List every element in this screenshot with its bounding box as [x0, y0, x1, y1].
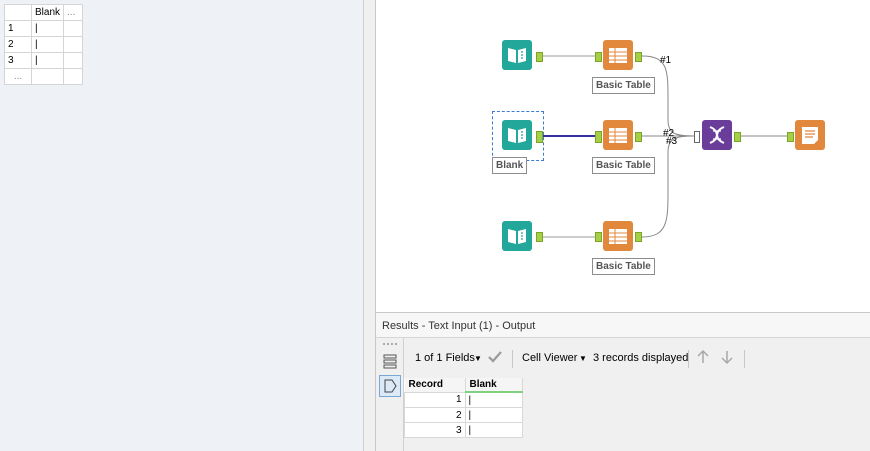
toolbar-divider	[512, 350, 513, 368]
cell-viewer-dropdown[interactable]: Cell Viewer	[522, 352, 577, 364]
report-output-tool[interactable]	[795, 120, 825, 150]
text-input-tool-3[interactable]	[502, 221, 532, 251]
grid-cell-empty[interactable]	[63, 20, 84, 37]
toolbar-divider	[744, 350, 745, 368]
tool-label-basic-table[interactable]: Basic Table	[592, 77, 655, 94]
apply-check-icon[interactable]	[487, 349, 503, 368]
chevron-down-icon[interactable]: ▼	[579, 354, 587, 363]
book-icon	[508, 48, 526, 63]
tool-label-basic-table[interactable]: Basic Table	[592, 258, 655, 275]
grip-handle[interactable]	[383, 343, 397, 345]
grid-header-row: Blank ...	[4, 4, 84, 21]
output-anchor[interactable]	[635, 52, 642, 62]
input-anchor[interactable]	[595, 131, 602, 143]
record-number: 2	[404, 407, 466, 423]
results-header-row: Record Blank	[404, 378, 523, 393]
grid-row: 3 |	[4, 52, 84, 69]
input-anchor[interactable]	[787, 132, 794, 142]
union-connection-3[interactable]	[641, 135, 695, 238]
column-header-record[interactable]: Record	[404, 378, 466, 392]
book-icon	[508, 128, 526, 143]
row-number-header	[4, 4, 32, 21]
table-icon	[609, 48, 627, 63]
table-view-button[interactable]	[380, 352, 400, 372]
workflow-canvas[interactable]: #1 #2 #3 Blank Basic Table Basic Table B…	[376, 0, 870, 313]
output-anchor[interactable]	[536, 52, 543, 62]
results-title: Results - Text Input (1) - Output	[382, 320, 536, 332]
grid-cell[interactable]: |	[30, 20, 65, 37]
table-row[interactable]: 1 |	[404, 391, 523, 408]
basic-table-tool-2[interactable]	[603, 120, 633, 150]
toolbar-divider	[688, 350, 689, 368]
table-icon	[609, 128, 627, 143]
union-input-badge: #3	[666, 136, 678, 147]
column-header-extra[interactable]: ...	[63, 4, 84, 21]
basic-table-tool-3[interactable]	[603, 221, 633, 251]
tag-icon	[384, 379, 397, 393]
table-cell[interactable]: |	[464, 407, 523, 423]
output-anchor[interactable]	[635, 132, 642, 142]
union-input-badge: #1	[660, 55, 672, 66]
union-input-anchor[interactable]	[694, 131, 700, 143]
table-row[interactable]: 2 |	[404, 407, 523, 423]
grid-cell[interactable]: |	[30, 36, 65, 53]
input-data-panel: Blank ... 1 | 2 | 3 | ...	[0, 0, 364, 451]
row-number: 2	[4, 36, 32, 53]
metadata-view-button[interactable]	[379, 375, 401, 397]
output-anchor[interactable]	[536, 131, 543, 143]
tool-label-blank[interactable]: Blank	[492, 157, 528, 174]
column-header-blank[interactable]: Blank	[465, 378, 523, 393]
output-anchor[interactable]	[635, 232, 642, 242]
union-tool[interactable]	[702, 120, 732, 150]
input-anchor[interactable]	[595, 232, 602, 242]
grid-cell-empty[interactable]	[63, 36, 84, 53]
table-cell[interactable]: |	[464, 422, 523, 438]
record-number: 3	[404, 422, 466, 438]
grid-row: 2 |	[4, 36, 84, 53]
grid-cell[interactable]: |	[30, 52, 65, 69]
row-number: 3	[4, 52, 32, 69]
row-number: 1	[4, 20, 32, 37]
fields-dropdown[interactable]: 1 of 1 Fields	[415, 352, 475, 364]
input-data-grid[interactable]: Blank ... 1 | 2 | 3 | ...	[4, 4, 84, 85]
output-anchor[interactable]	[734, 132, 741, 142]
grid-cell-empty[interactable]	[63, 52, 84, 69]
report-icon	[802, 127, 818, 144]
union-connection-1[interactable]	[641, 55, 695, 137]
text-input-tool-1[interactable]	[502, 40, 532, 70]
dna-icon	[709, 126, 725, 144]
text-input-tool-2[interactable]	[502, 120, 532, 150]
arrow-down-icon[interactable]	[720, 349, 734, 368]
arrow-up-icon[interactable]	[696, 349, 710, 368]
table-row[interactable]: 3 |	[404, 422, 523, 438]
results-sidebar	[376, 338, 404, 451]
results-header: Results - Text Input (1) - Output	[376, 313, 870, 338]
book-icon	[508, 229, 526, 244]
records-status: 3 records displayed	[593, 352, 689, 364]
tool-label-basic-table[interactable]: Basic Table	[592, 157, 655, 174]
rows-icon	[383, 354, 397, 369]
input-anchor[interactable]	[595, 52, 602, 62]
results-grid[interactable]: Record Blank 1 | 2 | 3 |	[404, 378, 523, 438]
grid-row-new: ...	[4, 68, 84, 85]
panel-splitter[interactable]	[364, 0, 376, 451]
grid-cell-empty[interactable]	[30, 68, 65, 85]
table-cell[interactable]: |	[464, 391, 523, 408]
results-toolbar: 1 of 1 Fields ▼ Cell Viewer ▼ 3 records …	[404, 345, 870, 373]
output-anchor[interactable]	[536, 232, 543, 242]
chevron-down-icon[interactable]: ▼	[474, 354, 482, 363]
grid-cell-empty[interactable]	[63, 68, 84, 85]
table-icon	[609, 229, 627, 244]
record-number: 1	[404, 391, 466, 408]
basic-table-tool-1[interactable]	[603, 40, 633, 70]
grid-row: 1 |	[4, 20, 84, 37]
add-row-marker[interactable]: ...	[4, 68, 32, 85]
column-header-blank[interactable]: Blank	[30, 4, 65, 21]
